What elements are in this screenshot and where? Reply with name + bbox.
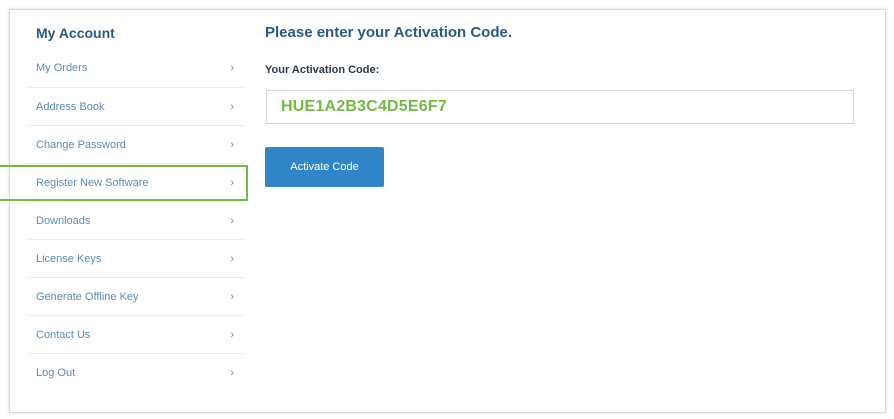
sidebar-item-my-orders[interactable]: My Orders › — [26, 49, 244, 87]
chevron-right-icon: › — [230, 62, 234, 74]
sidebar-item-generate-offline-key[interactable]: Generate Offline Key › — [26, 277, 244, 315]
sidebar-item-label: Log Out — [36, 366, 76, 379]
sidebar-item-contact-us[interactable]: Contact Us › — [26, 315, 244, 353]
activation-code-label: Your Activation Code: — [265, 64, 380, 76]
sidebar-item-label: License Keys — [36, 252, 102, 265]
sidebar-nav: My Orders › Address Book › Change Passwo… — [26, 49, 244, 391]
sidebar-title: My Account — [36, 25, 115, 41]
page-title: Please enter your Activation Code. — [265, 24, 513, 41]
chevron-right-icon: › — [230, 366, 234, 379]
sidebar-item-license-keys[interactable]: License Keys › — [26, 239, 244, 277]
sidebar-item-label: Generate Offline Key — [36, 290, 139, 303]
sidebar-item-label: Downloads — [36, 214, 91, 227]
sidebar-item-log-out[interactable]: Log Out › — [26, 353, 244, 391]
activate-code-button[interactable]: Activate Code — [265, 147, 384, 187]
sidebar-item-downloads[interactable]: Downloads › — [26, 201, 244, 239]
chevron-right-icon: › — [230, 290, 234, 303]
sidebar-item-label: Address Book — [36, 100, 105, 113]
sidebar-item-change-password[interactable]: Change Password › — [26, 125, 244, 163]
chevron-right-icon: › — [230, 252, 234, 265]
chevron-right-icon: › — [230, 138, 234, 151]
sidebar-item-label: My Orders — [36, 62, 88, 74]
chevron-right-icon: › — [230, 328, 234, 341]
sidebar-item-label: Contact Us — [36, 328, 91, 341]
sidebar-item-label: Change Password — [36, 138, 126, 151]
chevron-right-icon: › — [230, 100, 234, 113]
sidebar-item-address-book[interactable]: Address Book › — [26, 87, 244, 125]
highlight-register-new-software — [0, 165, 248, 201]
activation-code-value: HUE1A2B3C4D5E6F7 — [281, 98, 447, 115]
activation-code-input[interactable]: HUE1A2B3C4D5E6F7 — [266, 90, 854, 124]
chevron-right-icon: › — [230, 214, 234, 227]
